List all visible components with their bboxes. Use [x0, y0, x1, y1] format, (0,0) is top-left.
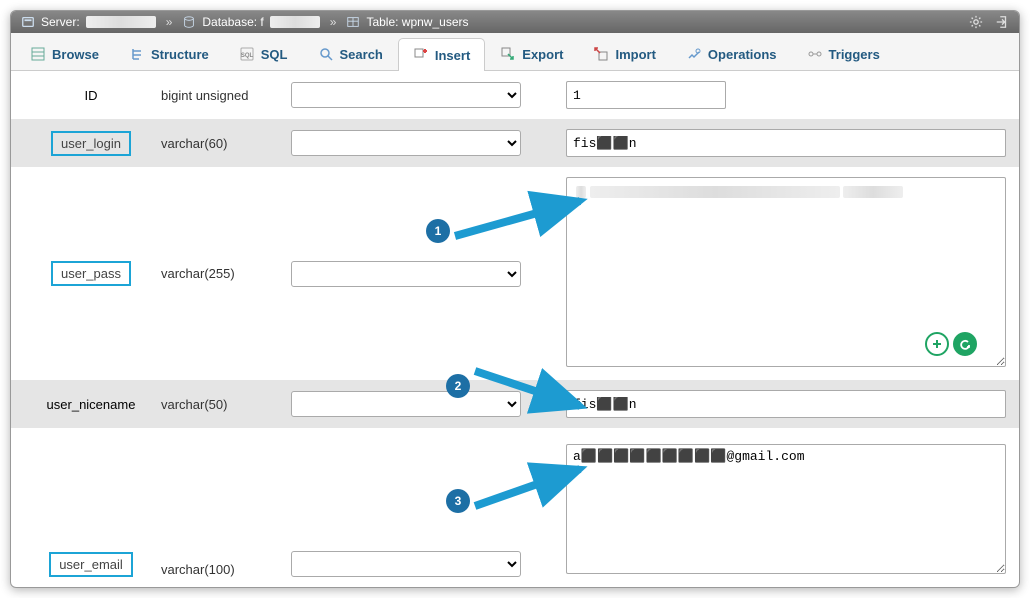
bc-sep: »: [162, 15, 177, 29]
browse-icon: [30, 46, 46, 62]
sql-icon: SQL: [239, 46, 255, 62]
table-icon: [346, 15, 360, 29]
field-name: ID: [21, 88, 161, 103]
triggers-icon: [807, 46, 823, 62]
value-input[interactable]: [566, 129, 1006, 157]
field-type: varchar(100): [161, 562, 291, 577]
gear-icon[interactable]: [969, 15, 983, 29]
field-name: user_nicename: [21, 397, 161, 412]
bc-server[interactable]: Server:: [41, 15, 80, 29]
value-input[interactable]: [566, 390, 1006, 418]
function-select[interactable]: [291, 82, 521, 108]
function-select[interactable]: [291, 551, 521, 577]
field-name: user_email: [49, 552, 133, 577]
tab-browse[interactable]: Browse: [15, 37, 114, 70]
field-type: varchar(60): [161, 136, 291, 151]
value-input[interactable]: [566, 81, 726, 109]
bc-db-value: [270, 16, 320, 28]
value-textarea[interactable]: [566, 444, 1006, 574]
tab-import[interactable]: Import: [578, 37, 670, 70]
field-type: varchar(255): [161, 266, 291, 281]
function-select[interactable]: [291, 261, 521, 287]
row-id: ID bigint unsigned: [11, 71, 1019, 119]
exit-icon[interactable]: [995, 15, 1009, 29]
bc-database[interactable]: Database: f: [202, 15, 263, 29]
bc-table[interactable]: Table: wpnw_users: [366, 15, 468, 29]
row-user-nicename: user_nicename varchar(50): [11, 380, 1019, 428]
field-name: user_pass: [51, 261, 131, 286]
row-user-email: user_email varchar(100): [11, 428, 1019, 587]
operations-icon: [686, 46, 702, 62]
structure-icon: [129, 46, 145, 62]
insert-icon: [413, 47, 429, 63]
redacted-pass: [576, 183, 903, 198]
field-name: user_login: [51, 131, 131, 156]
tab-sql[interactable]: SQL SQL: [224, 37, 303, 70]
tab-bar: Browse Structure SQL SQL Search Insert E…: [11, 33, 1019, 71]
bc-sep: »: [326, 15, 341, 29]
server-icon: [21, 15, 35, 29]
database-icon: [182, 15, 196, 29]
search-icon: [318, 46, 334, 62]
function-select[interactable]: [291, 391, 521, 417]
row-user-login: user_login varchar(60): [11, 119, 1019, 167]
bc-server-value: [86, 16, 156, 28]
tab-insert[interactable]: Insert: [398, 38, 485, 71]
insert-form: ID bigint unsigned user_login varchar(60…: [11, 71, 1019, 587]
tab-triggers[interactable]: Triggers: [792, 37, 895, 70]
function-select[interactable]: [291, 130, 521, 156]
import-icon: [593, 46, 609, 62]
grammarly-badge[interactable]: [925, 332, 977, 356]
row-user-pass: user_pass varchar(255): [11, 167, 1019, 380]
tab-export[interactable]: Export: [485, 37, 578, 70]
breadcrumb: Server: » Database: f » Table: wpnw_user…: [11, 11, 1019, 33]
export-icon: [500, 46, 516, 62]
field-type: varchar(50): [161, 397, 291, 412]
tab-search[interactable]: Search: [303, 37, 398, 70]
tab-operations[interactable]: Operations: [671, 37, 792, 70]
tab-structure[interactable]: Structure: [114, 37, 224, 70]
svg-text:SQL: SQL: [241, 53, 254, 59]
field-type: bigint unsigned: [161, 88, 291, 103]
